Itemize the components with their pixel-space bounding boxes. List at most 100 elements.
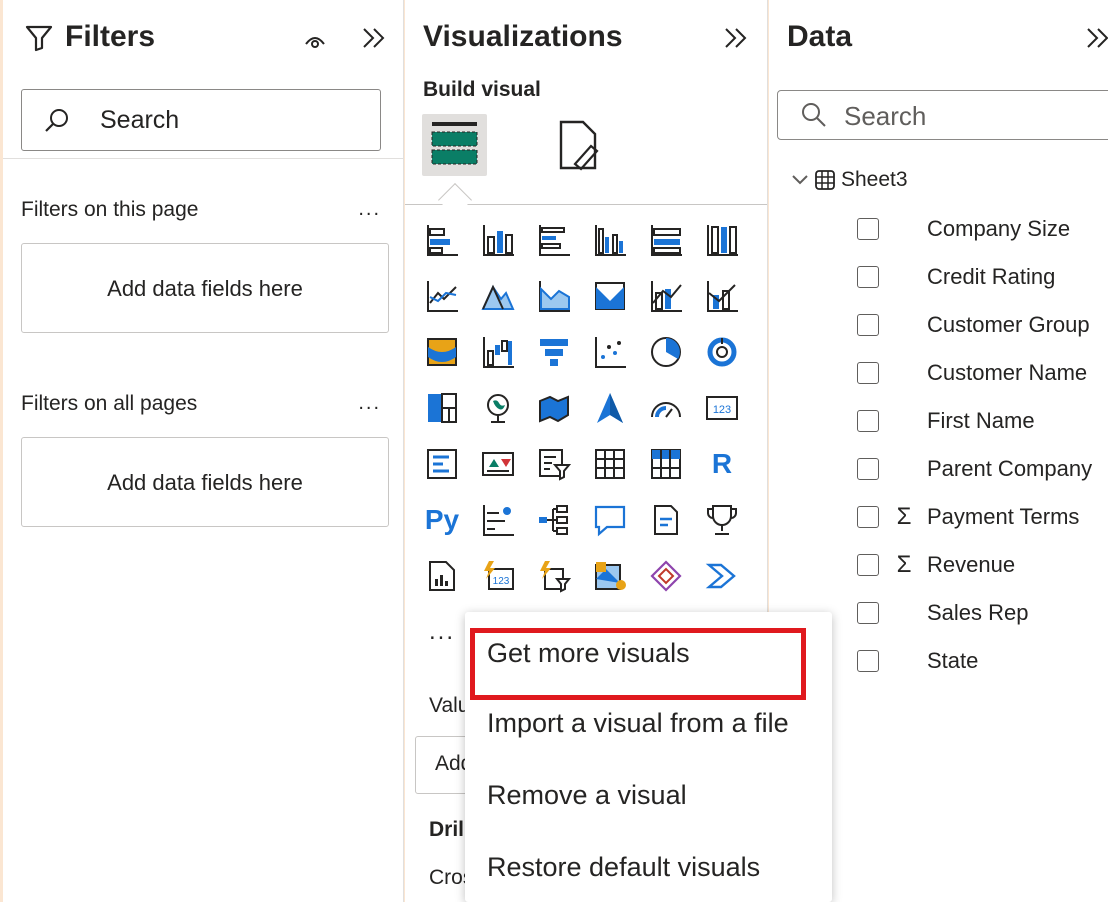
filters-on-page-drop-zone[interactable]: Add data fields here	[21, 243, 389, 333]
card-icon[interactable]: 123	[702, 388, 742, 428]
field-name: Customer Name	[927, 360, 1088, 385]
menu-item-get-more-visuals[interactable]: Get more visuals	[487, 638, 690, 669]
field-item[interactable]: Sales Rep	[857, 598, 1029, 628]
azure-map-icon[interactable]	[590, 388, 630, 428]
search-icon	[802, 103, 826, 127]
key-influencers-icon[interactable]	[478, 500, 518, 540]
line-and-stacked-column-chart-icon[interactable]	[646, 276, 686, 316]
drill-through-label: Dril	[429, 818, 465, 841]
power-automate-icon[interactable]	[702, 556, 742, 596]
menu-item-import-visual[interactable]: Import a visual from a file	[487, 708, 789, 739]
filters-on-page-more-button[interactable]: ...	[358, 198, 381, 221]
tab-notch	[438, 183, 472, 217]
area-chart-icon[interactable]	[478, 276, 518, 316]
r-script-visual-icon[interactable]: R	[702, 444, 742, 484]
kpi-icon[interactable]	[478, 444, 518, 484]
waterfall-chart-icon[interactable]	[478, 332, 518, 372]
python-visual-icon[interactable]: Py	[422, 500, 462, 540]
donut-chart-icon[interactable]	[702, 332, 742, 372]
field-name: First Name	[927, 408, 1035, 433]
field-item[interactable]: Σ Payment Terms	[857, 502, 1079, 532]
field-item[interactable]: Customer Name	[857, 358, 1087, 388]
100-stacked-column-chart-icon[interactable]	[702, 220, 742, 260]
qna-icon[interactable]	[590, 500, 630, 540]
build-visual-tab[interactable]	[422, 114, 487, 176]
decomposition-tree-icon[interactable]	[534, 500, 574, 540]
slicer-icon[interactable]	[534, 444, 574, 484]
funnel-chart-icon[interactable]	[534, 332, 574, 372]
paginated-report-icon[interactable]	[422, 556, 462, 596]
scatter-chart-icon[interactable]	[590, 332, 630, 372]
field-item[interactable]: First Name	[857, 406, 1035, 436]
ribbon-chart-icon[interactable]	[422, 332, 462, 372]
menu-item-restore-default-visuals[interactable]: Restore default visuals	[487, 852, 760, 883]
field-checkbox[interactable]	[857, 266, 879, 288]
field-checkbox[interactable]	[857, 218, 879, 240]
more-visuals-button[interactable]: ...	[429, 618, 455, 646]
power-apps-icon[interactable]	[646, 556, 686, 596]
goals-icon[interactable]	[702, 500, 742, 540]
build-visual-label: Build visual	[423, 78, 541, 101]
filters-all-pages-more-button[interactable]: ...	[358, 392, 381, 415]
100-stacked-area-chart-icon[interactable]	[590, 276, 630, 316]
field-checkbox[interactable]	[857, 506, 879, 528]
power-automate-slicer-icon[interactable]	[534, 556, 574, 596]
100-stacked-bar-chart-icon[interactable]	[646, 220, 686, 260]
filled-map-icon[interactable]	[534, 388, 574, 428]
matrix-icon[interactable]	[646, 444, 686, 484]
table-sheet3[interactable]: Sheet3	[791, 168, 908, 192]
format-visual-icon	[559, 120, 599, 171]
stacked-column-chart-icon[interactable]	[478, 220, 518, 260]
format-visual-tab[interactable]	[555, 118, 615, 174]
field-checkbox[interactable]	[857, 554, 879, 576]
treemap-icon[interactable]	[422, 388, 462, 428]
power-apps-card-icon[interactable]: 123	[478, 556, 518, 596]
collapse-filters-icon[interactable]	[361, 26, 387, 54]
smart-narrative-icon[interactable]	[646, 500, 686, 540]
sigma-icon: Σ	[896, 503, 912, 530]
sigma-icon: Σ	[896, 551, 912, 578]
stacked-bar-chart-icon[interactable]	[422, 220, 462, 260]
collapse-visualizations-icon[interactable]	[723, 26, 749, 54]
field-checkbox[interactable]	[857, 410, 879, 432]
filters-search-input[interactable]: Search	[21, 89, 381, 151]
data-title: Data	[787, 20, 853, 53]
data-search-placeholder: Search	[844, 101, 927, 131]
filter-icon	[25, 24, 53, 56]
menu-item-remove-visual[interactable]: Remove a visual	[487, 780, 687, 811]
field-checkbox[interactable]	[857, 314, 879, 336]
line-chart-icon[interactable]	[422, 276, 462, 316]
field-name: State	[927, 648, 979, 673]
map-icon[interactable]	[478, 388, 518, 428]
table-icon[interactable]	[590, 444, 630, 484]
clustered-column-chart-icon[interactable]	[590, 220, 630, 260]
line-and-clustered-column-chart-icon[interactable]	[702, 276, 742, 316]
eye-icon[interactable]	[304, 28, 326, 54]
multi-row-card-icon[interactable]	[422, 444, 462, 484]
field-name: Customer Group	[927, 312, 1090, 337]
field-item[interactable]: Credit Rating	[857, 262, 1055, 292]
field-item[interactable]: Company Size	[857, 214, 1070, 244]
field-item[interactable]: State	[857, 646, 978, 676]
field-checkbox[interactable]	[857, 602, 879, 624]
arcgis-map-icon[interactable]	[590, 556, 630, 596]
pie-chart-icon[interactable]	[646, 332, 686, 372]
field-name: Payment Terms	[927, 504, 1080, 529]
field-checkbox[interactable]	[857, 362, 879, 384]
stacked-area-chart-icon[interactable]	[534, 276, 574, 316]
collapse-data-icon[interactable]	[1085, 26, 1108, 54]
field-checkbox[interactable]	[857, 650, 879, 672]
field-name: Parent Company	[927, 456, 1093, 481]
field-item[interactable]: Σ Revenue	[857, 550, 1015, 580]
card-123-text: 123	[713, 404, 731, 416]
filters-all-pages-drop-zone[interactable]: Add data fields here	[21, 437, 389, 527]
field-checkbox[interactable]	[857, 458, 879, 480]
search-icon	[45, 109, 68, 132]
data-search-input[interactable]: Search	[777, 90, 1108, 140]
clustered-bar-chart-icon[interactable]	[534, 220, 574, 260]
field-item[interactable]: Parent Company	[857, 454, 1092, 484]
filters-pane: Filters Search Filters on this page ... …	[3, 0, 404, 902]
field-item[interactable]: Customer Group	[857, 310, 1090, 340]
gauge-icon[interactable]	[646, 388, 686, 428]
more-visuals-menu: Get more visuals Import a visual from a …	[465, 612, 832, 902]
